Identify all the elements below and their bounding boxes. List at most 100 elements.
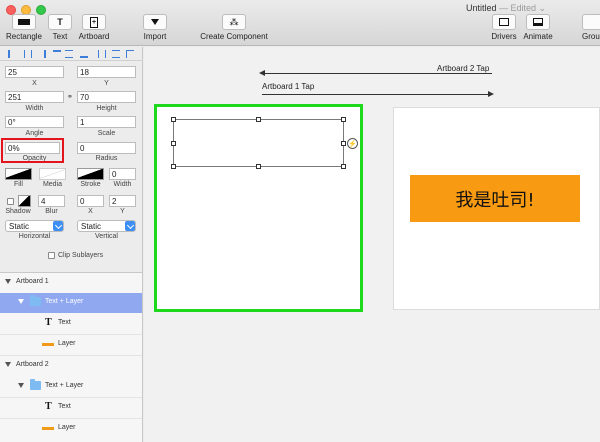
import-button[interactable]: Import (140, 14, 170, 41)
y-label: Y (104, 80, 109, 87)
radius-input[interactable]: 0 (77, 142, 136, 154)
drivers-icon (492, 14, 516, 30)
distribute-vertical-icon[interactable] (112, 50, 120, 58)
lock-ratio-icon[interactable]: ⚭ (67, 93, 73, 101)
alignment-toolbar (0, 47, 143, 61)
disclosure-triangle-icon[interactable] (5, 362, 11, 367)
layers-panel: Artboard 1 Text + Layer T Text Layer Art… (0, 272, 143, 442)
artboard-tool-button[interactable]: + Artboard (76, 14, 112, 41)
edited-status: — Edited ⌄ (499, 3, 547, 13)
artboard1-tap-arrow[interactable] (262, 94, 489, 95)
text-layer-icon: T (45, 401, 52, 412)
align-top-icon[interactable] (53, 50, 61, 58)
text-icon: T (48, 14, 72, 30)
horizontal-select-value: Static (9, 222, 30, 231)
resize-handle[interactable] (341, 141, 346, 146)
height-input[interactable]: 70 (77, 91, 136, 103)
shadow-x-label: X (88, 208, 93, 215)
shape-layer-icon (42, 427, 54, 430)
create-component-button[interactable]: ⁂ Create Component (198, 14, 270, 41)
artboard-tool-label: Artboard (78, 32, 110, 41)
resize-handle[interactable] (171, 164, 176, 169)
scale-input[interactable]: 1 (77, 116, 136, 128)
layer-label: Text (58, 319, 71, 326)
layer-row-layer[interactable]: Layer (0, 419, 142, 439)
align-bottom-icon[interactable] (80, 50, 88, 58)
shadow-color-swatch[interactable] (18, 195, 31, 207)
media-swatch[interactable] (39, 168, 66, 180)
resize-handle[interactable] (341, 117, 346, 122)
clip-sublayers-checkbox[interactable] (48, 252, 55, 259)
opacity-highlight (1, 138, 64, 163)
import-icon (143, 14, 167, 30)
layer-label: Layer (58, 424, 76, 431)
rectangle-icon (12, 14, 36, 30)
horizontal-select[interactable]: Static (5, 220, 64, 232)
align-right-icon[interactable] (38, 50, 46, 58)
artboard-icon: + (82, 14, 106, 30)
artboard2-tap-label: Artboard 2 Tap (437, 64, 490, 73)
create-component-label: Create Component (200, 32, 268, 41)
resize-handle[interactable] (341, 164, 346, 169)
chevron-down-icon (125, 221, 135, 231)
window-title: Untitled — Edited ⌄ (466, 3, 546, 14)
angle-label: Angle (25, 130, 44, 137)
layer-row-text-layer-group[interactable]: Text + Layer (0, 293, 142, 313)
animate-label: Animate (523, 32, 553, 41)
artboard2-tap-arrow[interactable] (264, 73, 492, 74)
rectangle-tool-button[interactable]: Rectangle (4, 14, 44, 41)
radius-label: Radius (95, 155, 118, 162)
drivers-button[interactable]: Drivers (489, 14, 519, 41)
animate-button[interactable]: Animate (521, 14, 555, 41)
shape-layer-icon (42, 343, 54, 346)
disclosure-triangle-icon[interactable] (18, 299, 24, 304)
layer-label: Text (58, 403, 71, 410)
stroke-width-input[interactable]: 0 (109, 168, 136, 180)
x-label: X (32, 80, 37, 87)
blur-label: Blur (45, 208, 58, 215)
group-button[interactable]: Grou (582, 14, 600, 41)
fill-swatch[interactable] (5, 168, 32, 180)
vertical-select[interactable]: Static (77, 220, 136, 232)
selected-layer-bounds[interactable] (173, 119, 344, 167)
import-label: Import (143, 32, 167, 41)
text-tool-button[interactable]: T Text (48, 14, 72, 41)
toast-text: 我是吐司! (455, 189, 535, 211)
y-input[interactable]: 18 (77, 66, 136, 78)
layer-row-artboard-1[interactable]: Artboard 1 (0, 273, 142, 293)
group-icon (582, 14, 600, 30)
layer-row-artboard-2[interactable]: Artboard 2 (0, 356, 142, 376)
layer-row-text[interactable]: T Text (0, 314, 142, 334)
layer-label: Text + Layer (45, 298, 84, 305)
artboard1-tap-label: Artboard 1 Tap (262, 82, 315, 91)
layer-row-text[interactable]: T Text (0, 398, 142, 418)
document-name: Untitled (466, 3, 497, 13)
angle-input[interactable]: 0° (5, 116, 64, 128)
width-input[interactable]: 251 (5, 91, 64, 103)
lightning-icon[interactable]: ⚡ (347, 138, 358, 149)
layer-row-text-layer-group[interactable]: Text + Layer (0, 377, 142, 397)
folder-icon (30, 295, 41, 306)
layer-label: Text + Layer (45, 382, 84, 389)
align-middle-icon[interactable] (65, 50, 73, 58)
stroke-swatch[interactable] (77, 168, 104, 180)
x-input[interactable]: 25 (5, 66, 64, 78)
layer-row-layer[interactable]: Layer (0, 335, 142, 355)
distribute-spacing-icon[interactable] (126, 50, 134, 58)
disclosure-triangle-icon[interactable] (5, 279, 11, 284)
resize-handle[interactable] (171, 141, 176, 146)
distribute-horizontal-icon[interactable] (98, 50, 106, 58)
arrow-left-icon (259, 70, 265, 76)
toast-button-layer[interactable]: 我是吐司! (410, 175, 580, 222)
resize-handle[interactable] (171, 117, 176, 122)
resize-handle[interactable] (256, 117, 261, 122)
layer-label: Artboard 1 (16, 278, 49, 285)
shadow-x-input[interactable]: 0 (77, 195, 104, 207)
shadow-checkbox[interactable] (7, 198, 14, 205)
align-center-icon[interactable] (24, 50, 32, 58)
align-left-icon[interactable] (8, 50, 16, 58)
shadow-y-input[interactable]: 2 (109, 195, 136, 207)
resize-handle[interactable] (256, 164, 261, 169)
blur-input[interactable]: 4 (38, 195, 65, 207)
disclosure-triangle-icon[interactable] (18, 383, 24, 388)
